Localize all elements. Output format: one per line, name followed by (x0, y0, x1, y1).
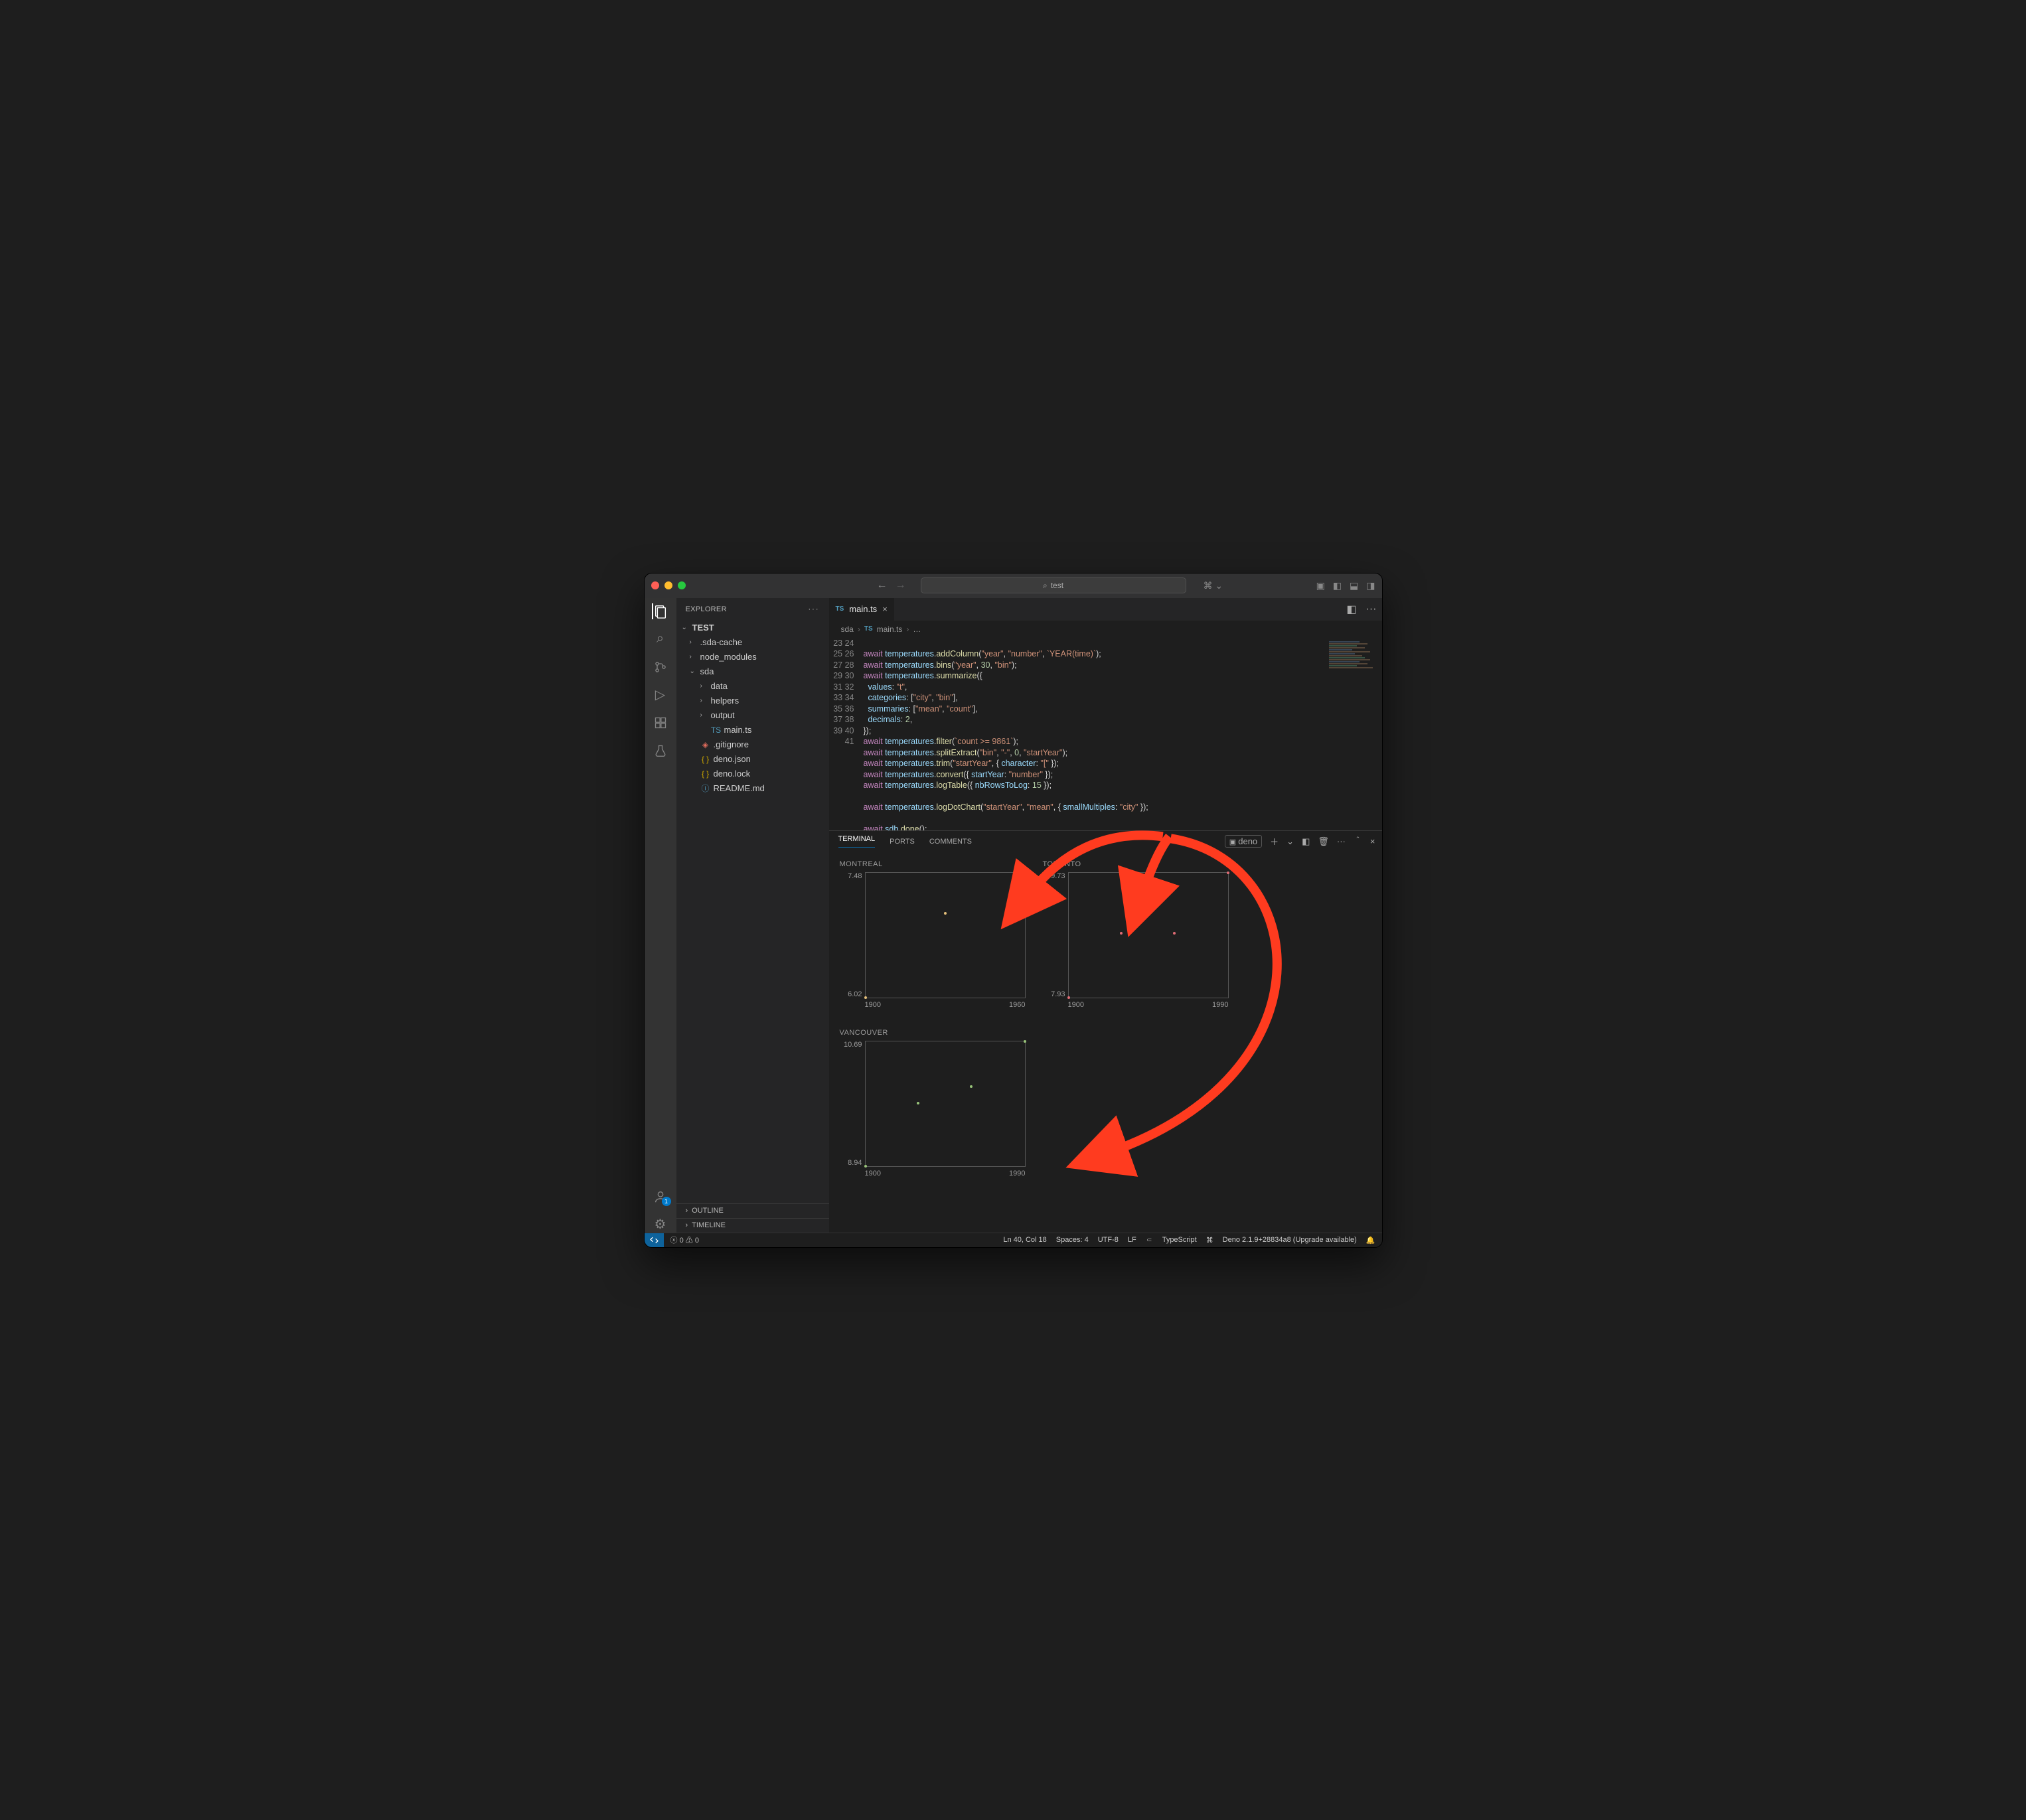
copilot-icon[interactable]: ⌘ ⌄ (1204, 580, 1223, 591)
problems-indicator[interactable]: ⓧ 0 ⚠ 0 (670, 1235, 699, 1245)
tree-item[interactable]: ›helpers (676, 694, 829, 708)
tree-item[interactable]: ◈.gitignore (676, 737, 829, 752)
tree-item[interactable]: ›data (676, 679, 829, 694)
close-panel-icon[interactable]: × (1370, 836, 1375, 846)
panel-right-icon[interactable]: ◨ (1366, 580, 1375, 591)
tree-item[interactable]: { }deno.json (676, 752, 829, 767)
prettier-icon[interactable]: ⸦ (1146, 1235, 1153, 1245)
terminal-task[interactable]: ▣ deno (1225, 835, 1262, 848)
panel-tab-terminal[interactable]: TERMINAL (838, 835, 876, 848)
search-icon: ⌕ (1043, 581, 1048, 591)
dot-chart: VANCOUVER 10.698.94 19001990 (840, 1029, 1026, 1177)
encoding[interactable]: UTF-8 (1098, 1236, 1119, 1244)
tab-main-ts[interactable]: TS main.ts × (829, 598, 895, 621)
panel-bottom-icon[interactable]: ⬓ (1350, 580, 1358, 591)
kill-terminal-icon[interactable]: 🗑 (1318, 836, 1329, 847)
settings-gear-icon[interactable]: ⚙ (653, 1217, 668, 1233)
terminal-dropdown-icon[interactable]: ⌄ (1286, 836, 1294, 847)
timeline-section[interactable]: ›TIMELINE (676, 1218, 829, 1233)
notifications-icon[interactable]: 🔔 (1366, 1236, 1375, 1245)
file-tree: ⌄TEST ›.sda-cache›node_modules⌄sda›data›… (676, 621, 829, 1203)
tree-item[interactable]: ›node_modules (676, 650, 829, 664)
remote-indicator[interactable] (645, 1233, 664, 1247)
tree-item[interactable]: { }deno.lock (676, 767, 829, 781)
split-terminal-icon[interactable]: ◧ (1302, 836, 1310, 847)
explorer-sidebar: EXPLORER ··· ⌄TEST ›.sda-cache›node_modu… (676, 598, 829, 1233)
dot-chart: TORONTO 9.737.93 19001990 (1043, 860, 1229, 1009)
panel-left-icon[interactable]: ◧ (1333, 580, 1342, 591)
code-editor[interactable]: 23 24 25 26 27 28 29 30 31 32 33 34 35 3… (829, 638, 1382, 830)
nav-back-icon[interactable]: ← (877, 579, 888, 591)
maximize-panel-icon[interactable]: ＾ (1354, 835, 1362, 848)
tree-item[interactable]: TSmain.ts (676, 723, 829, 737)
vscode-window: ← → ⌕ test ⌘ ⌄ ▣ ◧ ⬓ ◨ ⌕ ▷ ⚙ (644, 573, 1383, 1248)
explorer-title: EXPLORER (686, 605, 727, 613)
titlebar: ← → ⌕ test ⌘ ⌄ ▣ ◧ ⬓ ◨ (645, 573, 1382, 598)
status-bar: ⓧ 0 ⚠ 0 Ln 40, Col 18 Spaces: 4 UTF-8 LF… (645, 1233, 1382, 1247)
panel-tab-ports[interactable]: PORTS (890, 838, 915, 846)
tree-item[interactable]: ›output (676, 708, 829, 723)
zoom-window-button[interactable] (678, 581, 686, 589)
minimap[interactable] (1328, 641, 1379, 694)
breadcrumbs[interactable]: sda› TS main.ts› … (829, 621, 1382, 638)
split-editor-icon[interactable]: ◧ (1346, 603, 1356, 616)
close-window-button[interactable] (651, 581, 659, 589)
testing-icon[interactable] (653, 743, 668, 759)
terminal-output[interactable]: MONTREAL 7.486.02 19001960 TORONTO 9.737… (829, 852, 1382, 1233)
editor-tabs: TS main.ts × ◧ ··· (829, 598, 1382, 621)
nav-arrows: ← → (877, 579, 906, 591)
accounts-icon[interactable] (653, 1189, 668, 1205)
language-mode[interactable]: TypeScript (1162, 1236, 1197, 1244)
more-editor-icon[interactable]: ··· (1366, 603, 1377, 615)
ts-file-icon: TS (836, 605, 844, 613)
bottom-panel: TERMINAL PORTS COMMENTS ▣ deno ＋ ⌄ ◧ 🗑 ·… (829, 830, 1382, 1233)
panel-tabs: TERMINAL PORTS COMMENTS ▣ deno ＋ ⌄ ◧ 🗑 ·… (829, 831, 1382, 852)
dot-chart: MONTREAL 7.486.02 19001960 (840, 860, 1026, 1009)
close-tab-icon[interactable]: × (882, 604, 888, 614)
nav-forward-icon[interactable]: → (896, 579, 906, 591)
cursor-position[interactable]: Ln 40, Col 18 (1003, 1236, 1046, 1244)
terminal-more-icon[interactable]: ··· (1337, 836, 1346, 846)
tab-label: main.ts (849, 604, 877, 614)
chart-title: VANCOUVER (840, 1029, 1026, 1037)
minimize-window-button[interactable] (664, 581, 672, 589)
run-debug-icon[interactable]: ▷ (653, 687, 668, 703)
command-center-search[interactable]: ⌕ test (921, 577, 1186, 593)
tree-item[interactable]: ⌄sda (676, 664, 829, 679)
copilot-status-icon[interactable]: ⌘ (1206, 1236, 1213, 1245)
indentation[interactable]: Spaces: 4 (1056, 1236, 1089, 1244)
explorer-more-icon[interactable]: ··· (809, 605, 820, 613)
extensions-icon[interactable] (653, 715, 668, 731)
tree-item[interactable]: ›.sda-cache (676, 635, 829, 650)
window-controls (651, 581, 686, 589)
eol[interactable]: LF (1128, 1236, 1136, 1244)
layout-icon[interactable]: ▣ (1316, 580, 1325, 591)
activity-bar: ⌕ ▷ ⚙ (645, 598, 676, 1233)
search-text: test (1051, 581, 1063, 590)
chart-title: TORONTO (1043, 860, 1229, 868)
search-activity-icon[interactable]: ⌕ (653, 631, 668, 647)
explorer-icon[interactable] (652, 603, 668, 619)
panel-tab-comments[interactable]: COMMENTS (929, 838, 972, 846)
editor-area: TS main.ts × ◧ ··· sda› TS main.ts› … 23… (829, 598, 1382, 1233)
workspace-root[interactable]: ⌄TEST (676, 621, 829, 635)
source-control-icon[interactable] (653, 659, 668, 675)
deno-version[interactable]: Deno 2.1.9+28834a8 (Upgrade available) (1223, 1236, 1357, 1244)
tree-item[interactable]: ⓘREADME.md (676, 781, 829, 796)
outline-section[interactable]: ›OUTLINE (676, 1203, 829, 1218)
chart-title: MONTREAL (840, 860, 1026, 868)
new-terminal-icon[interactable]: ＋ (1270, 835, 1279, 848)
